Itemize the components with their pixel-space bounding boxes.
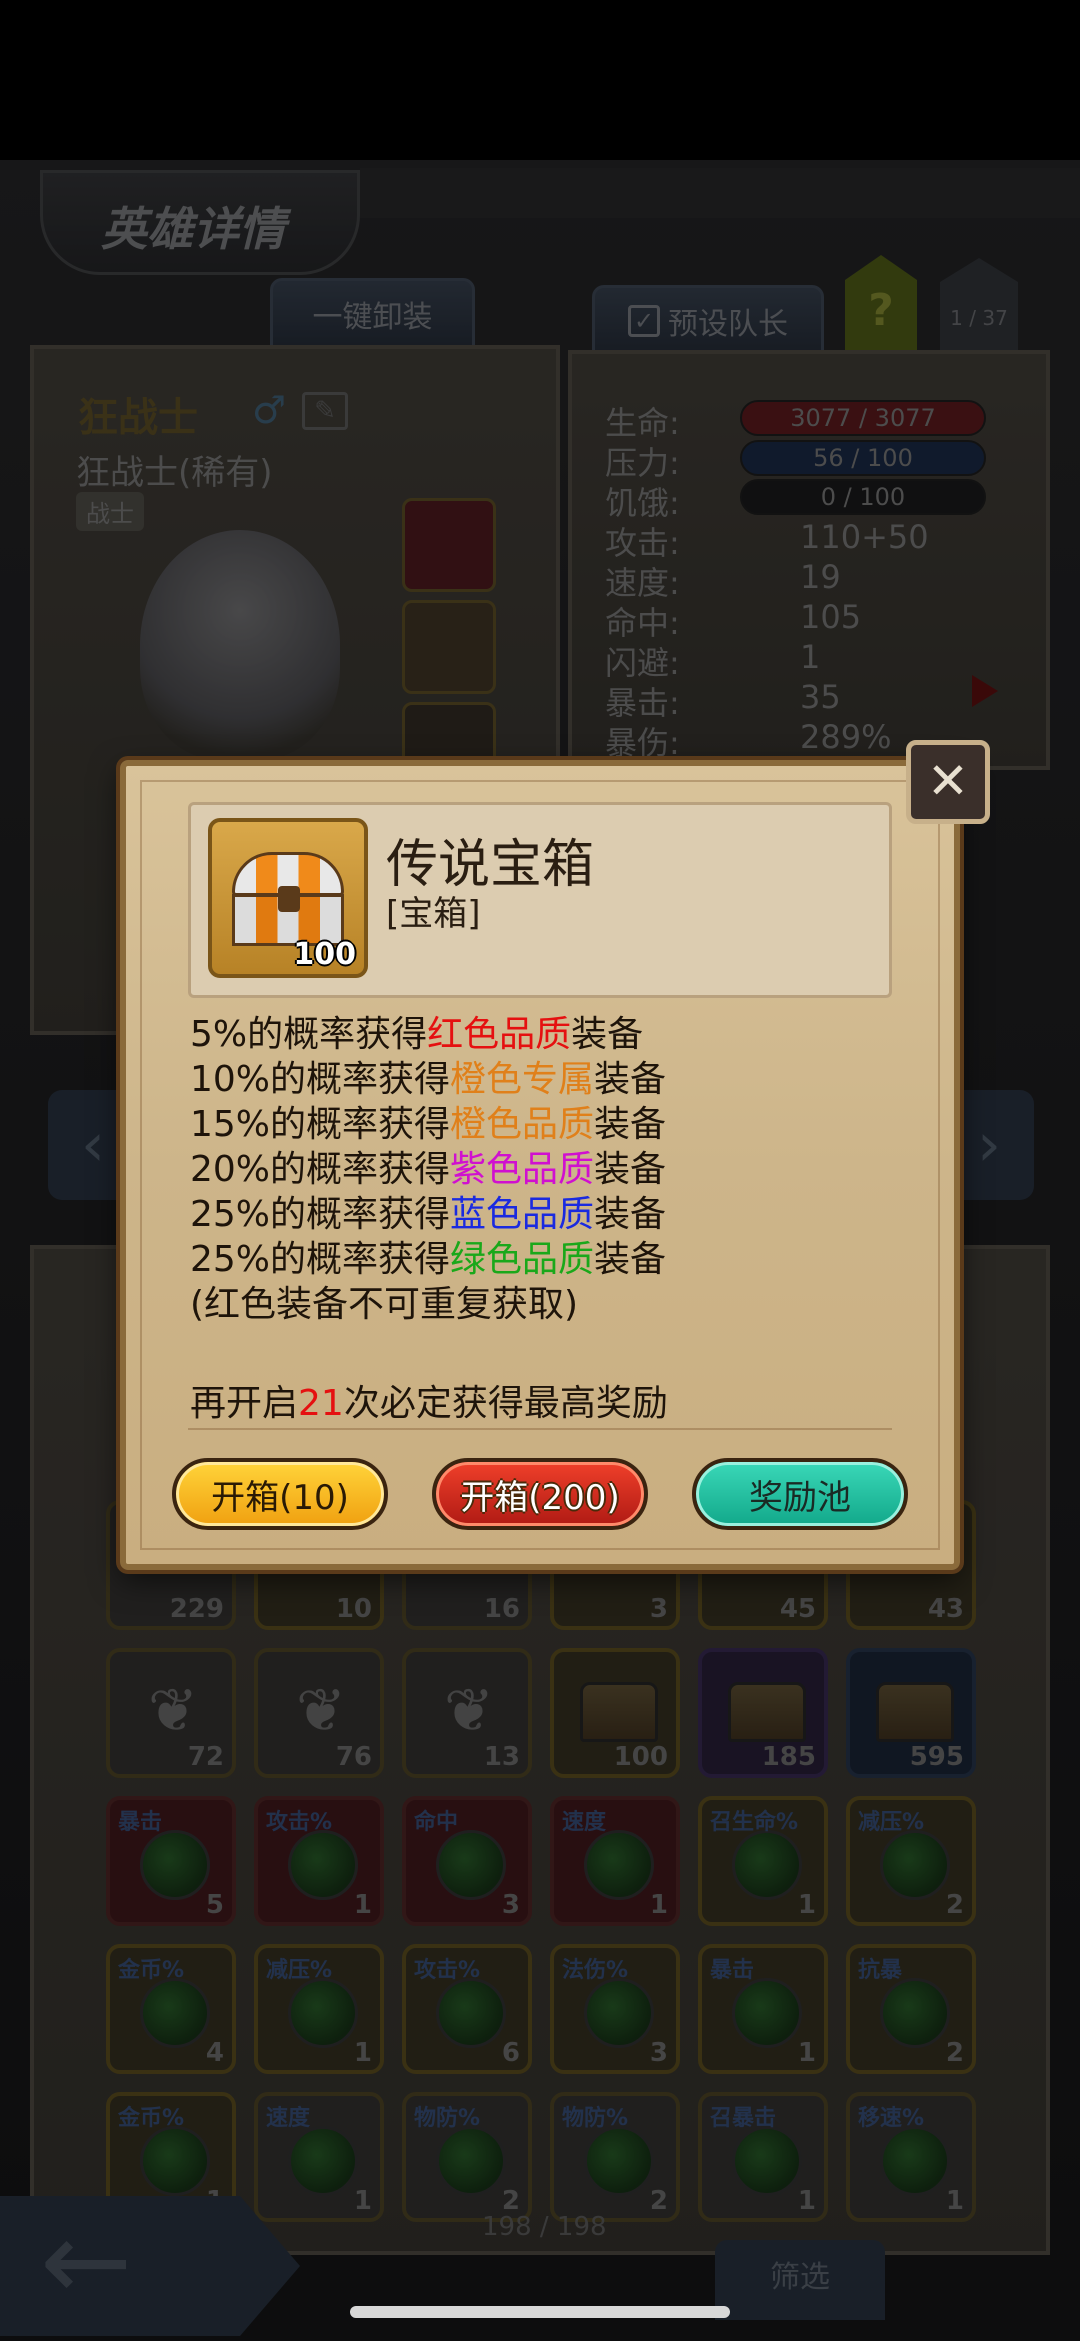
open-10-button[interactable]: 开箱(10) [172,1458,388,1530]
pity-suffix: 次必定获得最高奖励 [343,1383,668,1424]
open-200-button[interactable]: 开箱(200) [432,1458,648,1530]
item-type: [宝箱] [386,894,481,934]
odds-quality: 蓝色品质 [450,1194,595,1235]
odds-note: (红色装备不可重复获取) [190,1284,579,1325]
odds-suffix: 装备 [571,1014,644,1055]
odds-text: 20%的概率获得 [190,1149,451,1190]
close-icon: ✕ [927,752,969,810]
odds-text: 25%的概率获得 [190,1194,451,1235]
odds-quality: 橙色品质 [450,1104,595,1145]
odds-quality: 紫色品质 [450,1149,595,1190]
odds-quality: 红色品质 [427,1014,572,1055]
odds-line: 15%的概率获得橙色品质装备 [190,1102,666,1147]
odds-text: 15%的概率获得 [190,1104,451,1145]
legendary-chest-item: 100 [208,818,368,978]
item-quantity: 100 [293,937,356,972]
odds-line: 10%的概率获得橙色专属装备 [190,1057,666,1102]
close-button[interactable]: ✕ [906,740,990,824]
reward-pool-button[interactable]: 奖励池 [692,1458,908,1530]
divider [188,1428,892,1430]
odds-suffix: 装备 [594,1194,667,1235]
drop-odds-list: 5%的概率获得红色品质装备 10%的概率获得橙色专属装备 15%的概率获得橙色品… [190,1012,666,1327]
odds-suffix: 装备 [594,1104,667,1145]
odds-text: 10%的概率获得 [190,1059,451,1100]
odds-text: 25%的概率获得 [190,1239,451,1280]
odds-line: 5%的概率获得红色品质装备 [190,1012,666,1057]
pity-counter: 再开启21次必定获得最高奖励 [190,1374,668,1426]
odds-line: 25%的概率获得绿色品质装备 [190,1237,666,1282]
open-200-label: 开箱(200) [460,1477,620,1518]
open-10-label: 开箱(10) [211,1477,349,1518]
odds-line: 25%的概率获得蓝色品质装备 [190,1192,666,1237]
reward-pool-label: 奖励池 [749,1477,851,1518]
chest-icon [232,852,344,946]
pity-number: 21 [298,1383,344,1424]
chest-lock-icon [278,886,300,912]
odds-text: 5%的概率获得 [190,1014,428,1055]
odds-quality: 橙色专属 [450,1059,595,1100]
odds-suffix: 装备 [594,1239,667,1280]
odds-suffix: 装备 [594,1149,667,1190]
pity-prefix: 再开启 [190,1383,299,1424]
odds-suffix: 装备 [594,1059,667,1100]
home-indicator[interactable] [350,2306,730,2318]
odds-line: 20%的概率获得紫色品质装备 [190,1147,666,1192]
odds-quality: 绿色品质 [450,1239,595,1280]
status-bar-area [0,0,1080,160]
